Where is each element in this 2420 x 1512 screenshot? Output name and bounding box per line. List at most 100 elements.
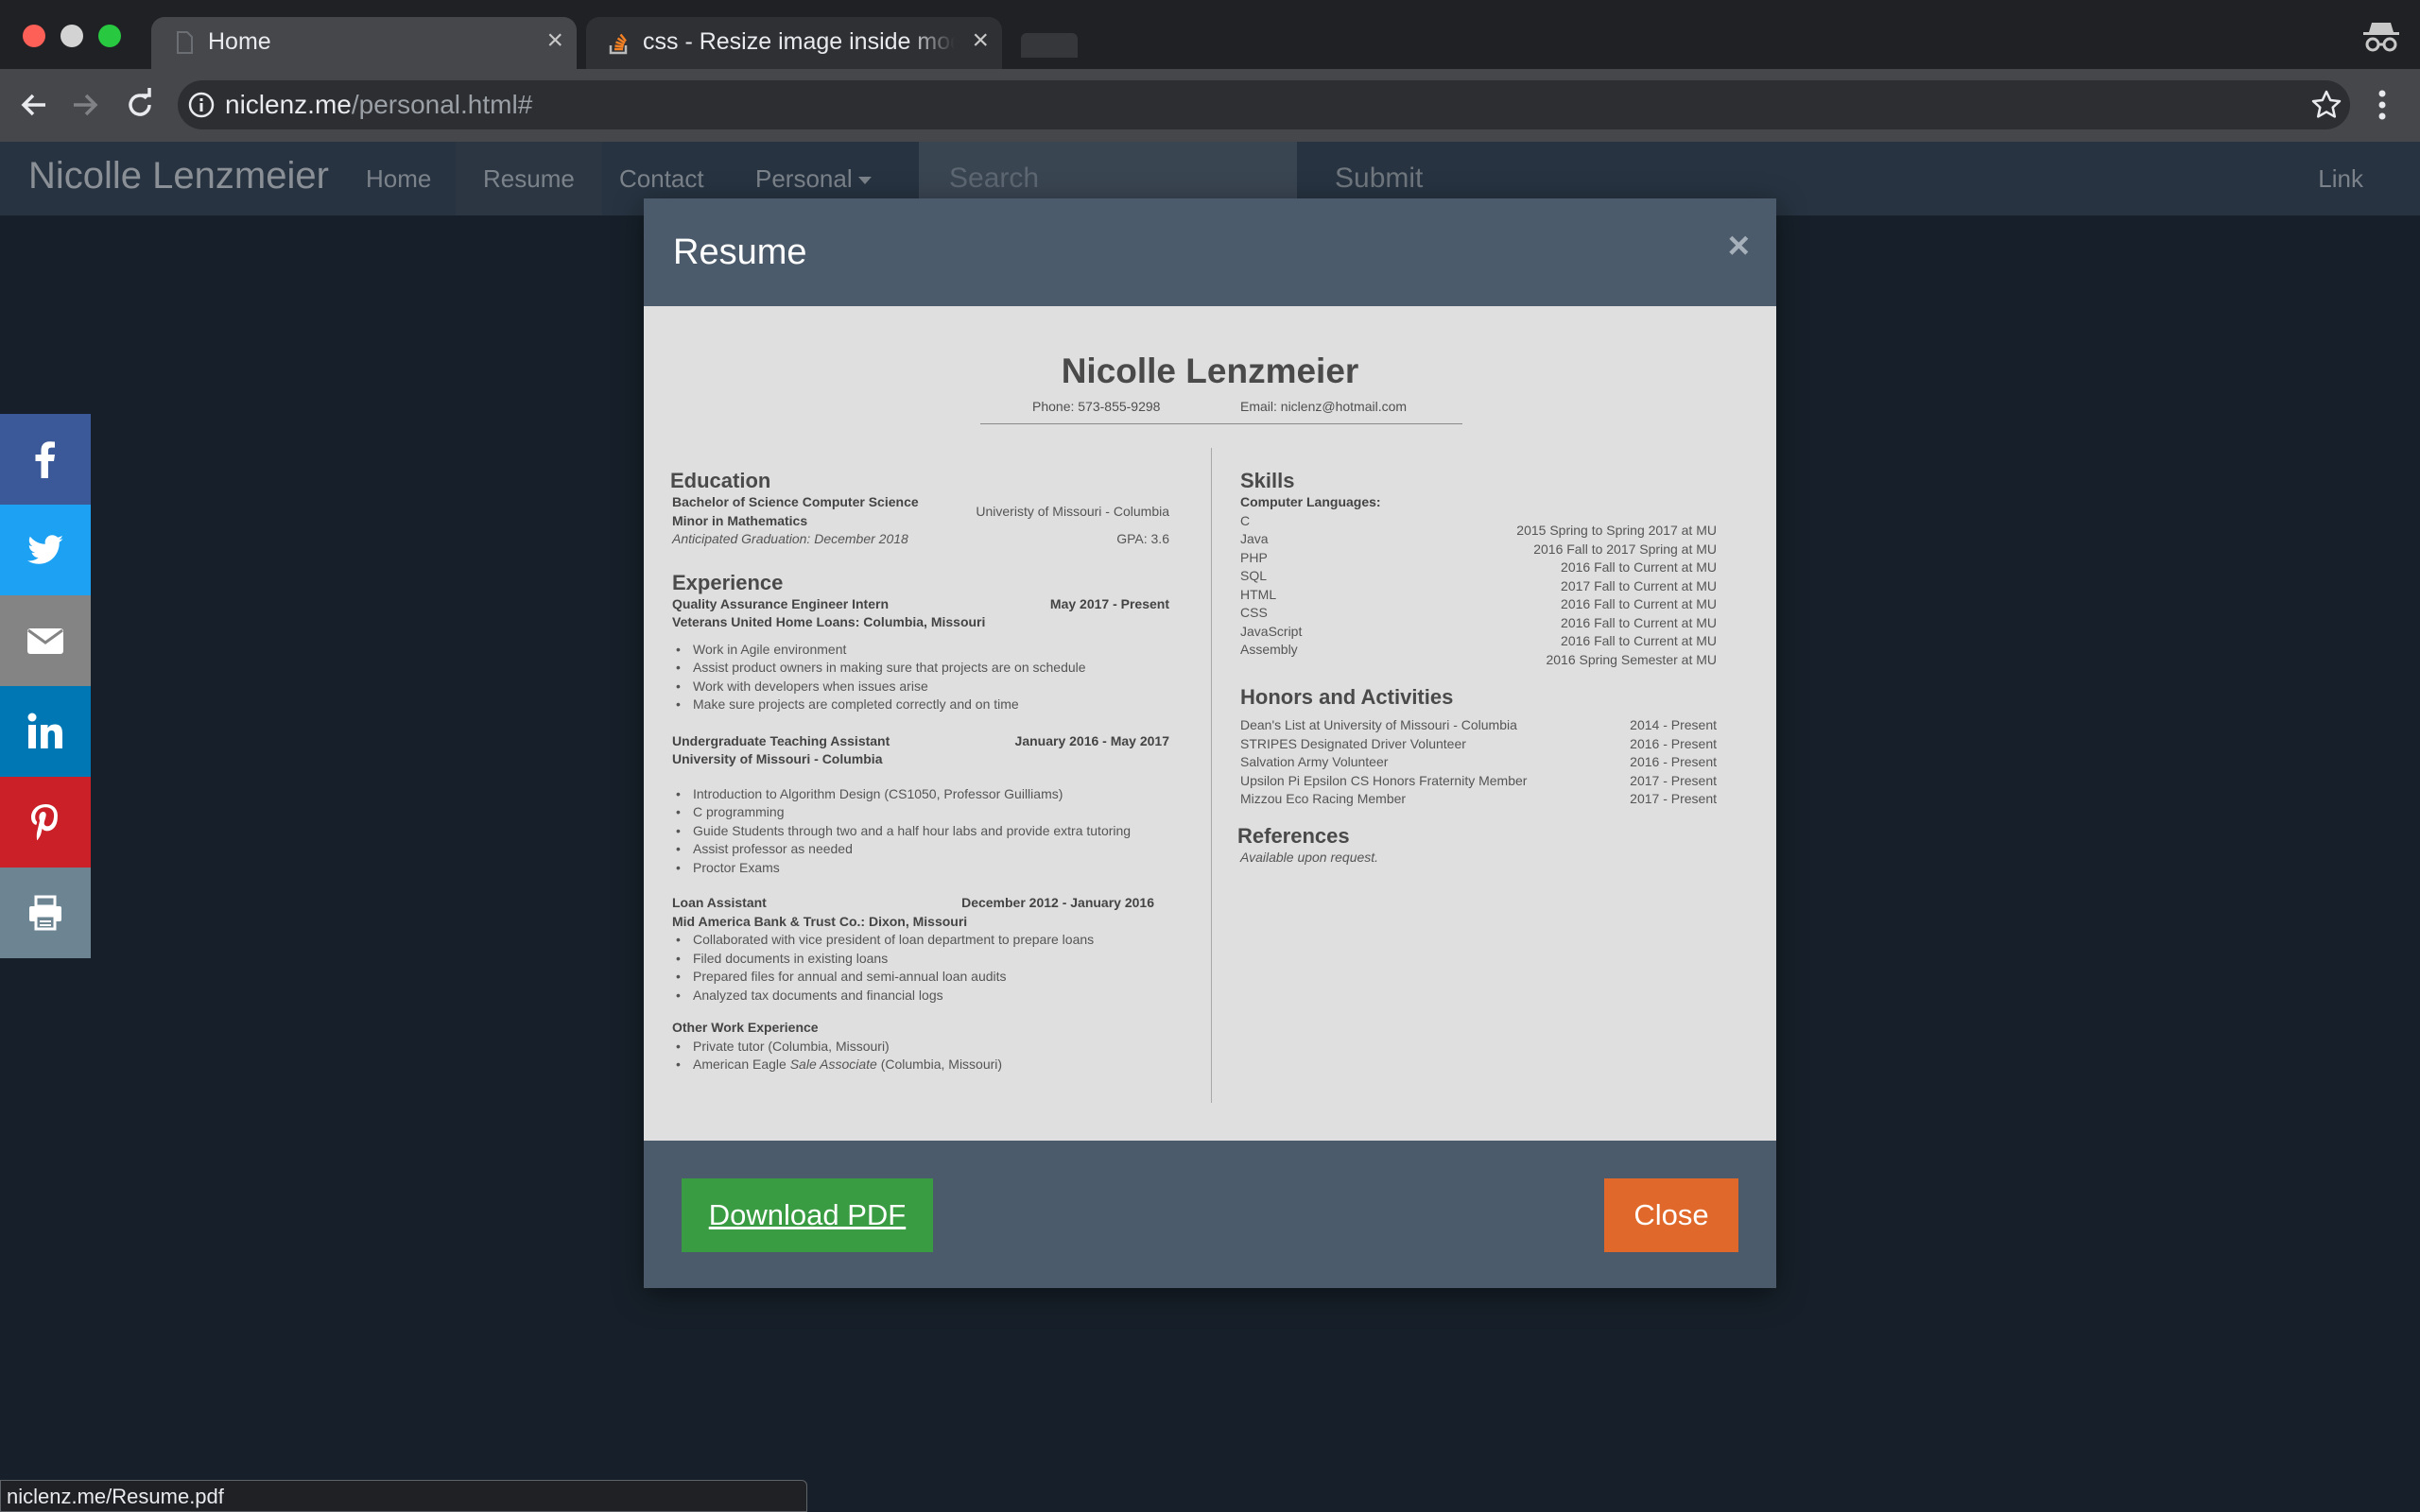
status-url: niclenz.me/Resume.pdf [7,1485,224,1508]
job-dates: May 2017 - Present [1049,595,1169,611]
graduation: Anticipated Graduation: December 2018 [672,531,908,546]
email-icon [27,628,63,654]
tab-stackoverflow[interactable]: css - Resize image inside modal × [586,17,1002,69]
job-dates: January 2016 - May 2017 [1014,732,1169,748]
twitter-icon [27,535,63,564]
nav-link[interactable]: Link [2318,142,2363,215]
browser-toolbar: niclenz.me/personal.html# [0,69,2420,142]
column-divider [1211,448,1212,1103]
window-close-button[interactable] [23,25,45,47]
tab-title: Home [208,28,271,55]
list-item: Upsilon Pi Epsilon CS Honors Fraternity … [1240,772,1717,788]
info-icon[interactable] [187,91,216,119]
list-item: Assist product owners in making sure tha… [672,659,1169,678]
social-share-bar [0,414,91,958]
web-page: Nicolle Lenzmeier Home Resume Contact Pe… [0,142,2420,1512]
list-item: STRIPES Designated Driver Volunteer 2016 … [1240,735,1717,751]
share-email-button[interactable] [0,595,91,686]
tab-title: css - Resize image inside modal [643,28,955,55]
url-text: niclenz.me/personal.html# [225,90,533,119]
references-heading: References [1237,823,1350,848]
list-item: Private tutor (Columbia, Missouri) [672,1038,1169,1057]
list-item: American Eagle Sale Associate (Columbia,… [672,1056,1169,1074]
link-status-bar: niclenz.me/Resume.pdf [0,1480,807,1512]
honors-heading: Honors and Activities [1240,685,1454,709]
resume-email: Email: niclenz@hotmail.com [1240,399,1408,414]
reload-icon[interactable] [121,86,159,124]
gpa: GPA: 3.6 [1116,531,1169,546]
skills-subheading: Computer Languages: [1240,494,1381,509]
list-item: Collaborated with vice president of loan… [672,931,1169,950]
experience-heading: Experience [672,570,784,594]
page-icon [177,31,193,54]
resume-phone: Phone: 573-855-9298 [1032,399,1161,414]
bookmark-star-icon[interactable] [2310,89,2342,121]
print-icon [29,895,61,931]
close-tab-icon[interactable]: × [546,26,563,55]
resume-modal: Resume × Nicolle Lenzmeier Phone: 573-85… [644,198,1776,1288]
forward-icon[interactable] [66,86,104,124]
job-title: Loan Assistant [672,895,767,910]
close-icon[interactable]: × [1728,227,1750,265]
job-title: Undergraduate Teaching Assistant [672,732,890,748]
job-dates: December 2012 - January 2016 [961,895,1154,910]
tab-home[interactable]: Home × [151,17,577,69]
references-text: Available upon request. [1240,849,1379,865]
browser-menu-icon[interactable] [2377,88,2387,122]
list-item: Work in Agile environment [672,641,1169,660]
close-button[interactable]: Close [1604,1178,1738,1252]
list-item: Work with developers when issues arise [672,678,1169,696]
modal-header: Resume × [644,198,1776,306]
list-item: Mizzou Eco Racing Member 2017 - Present [1240,791,1717,806]
share-print-button[interactable] [0,868,91,958]
modal-footer: Download PDF Close [644,1141,1776,1288]
share-linkedin-button[interactable] [0,686,91,777]
list-item: Analyzed tax documents and financial log… [672,987,1169,1005]
nav-contact-label: Contact [619,164,704,193]
school: Univeristy of Missouri - Columbia [976,503,1169,519]
list-item: Salvation Army Volunteer 2016 - Present [1240,754,1717,769]
browser-tab-strip: Home × css - Resize image inside modal × [0,0,2420,69]
resume-name: Nicolle Lenzmeier [1061,352,1359,390]
pinterest-icon [31,804,58,841]
stackoverflow-icon [609,33,628,55]
list-item: Dean's List at University of Missouri - … [1240,717,1717,732]
job-company: Veterans United Home Loans: Columbia, Mi… [672,614,986,629]
job-title: Quality Assurance Engineer Intern [672,595,889,611]
window-minimize-button[interactable] [60,25,83,47]
new-tab-button[interactable] [1021,33,1078,58]
header-divider [980,423,1462,424]
nav-resume[interactable]: Resume [456,142,602,215]
other-experience-heading: Other Work Experience [672,1020,819,1035]
back-icon[interactable] [15,86,53,124]
list-item: Make sure projects are completed correct… [672,696,1169,714]
degree: Bachelor of Science Computer Science [672,494,919,509]
caret-down-icon [857,177,872,185]
resume-left-column: Education Bachelor of Science Computer S… [670,469,1169,1074]
list-item: Guide Students through two and a half ho… [672,822,1169,841]
list-item: C programming [672,803,1169,822]
job-company: University of Missouri - Columbia [672,751,883,766]
resume-image: Nicolle Lenzmeier Phone: 573-855-9298 Em… [644,306,1776,1141]
list-item: 2016 Spring Semester at MU [1546,651,1717,667]
list-item: Assist professor as needed [672,840,1169,859]
incognito-icon [2363,23,2399,52]
education-heading: Education [670,469,771,492]
facebook-icon [35,441,55,478]
list-item: Proctor Exams [672,859,1169,878]
list-item: Filed documents in existing loans [672,950,1169,969]
download-pdf-button[interactable]: Download PDF [682,1178,933,1252]
site-brand[interactable]: Nicolle Lenzmeier [28,155,329,198]
window-maximize-button[interactable] [98,25,121,47]
modal-title: Resume [673,232,807,272]
linkedin-icon [27,713,62,748]
job-company: Mid America Bank & Trust Co.: Dixon, Mis… [672,913,968,929]
nav-home[interactable]: Home [338,142,458,215]
address-bar[interactable]: niclenz.me/personal.html# [178,80,2350,129]
close-tab-icon[interactable]: × [972,26,989,55]
list-item: Prepared files for annual and semi-annua… [672,968,1169,987]
share-pinterest-button[interactable] [0,777,91,868]
minor: Minor in Mathematics [672,512,808,528]
share-facebook-button[interactable] [0,414,91,505]
share-twitter-button[interactable] [0,505,91,595]
